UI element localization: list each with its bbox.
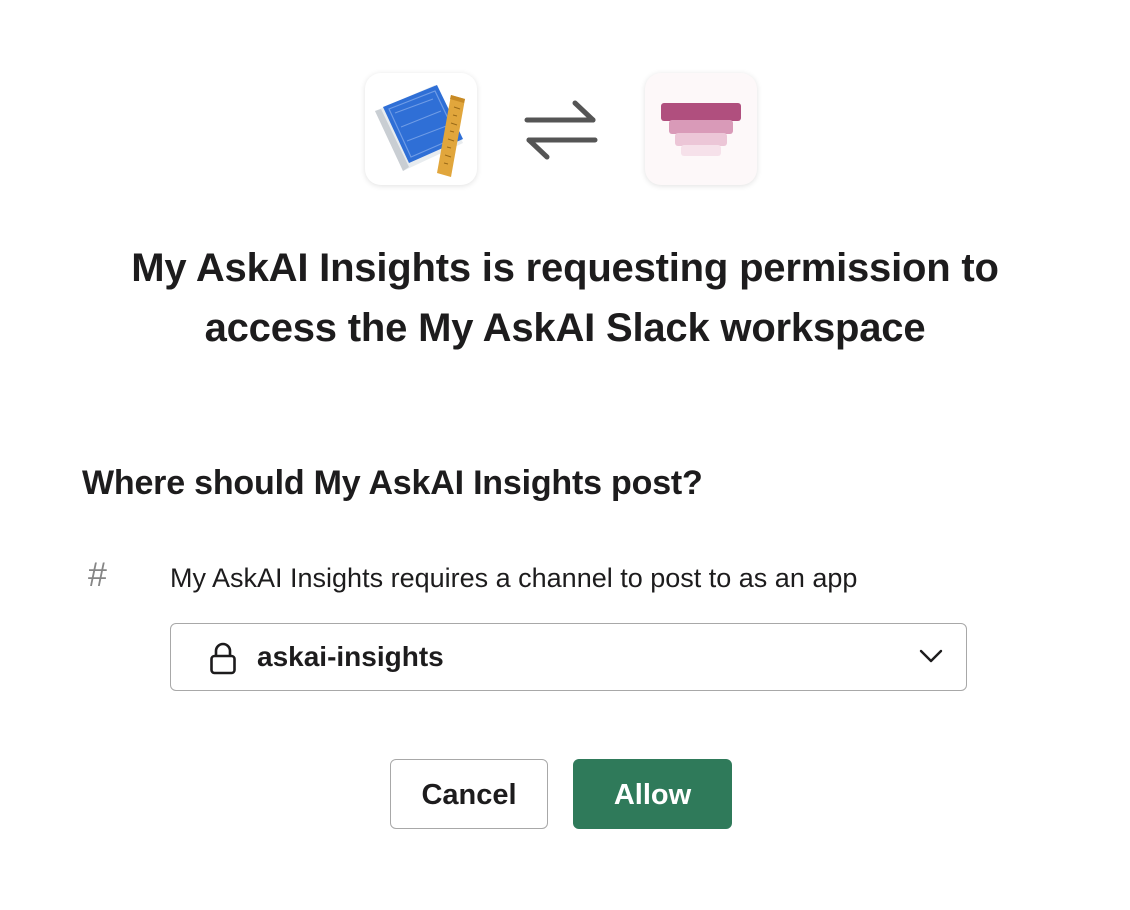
exchange-arrows-icon (523, 99, 599, 161)
app-connection-header (0, 73, 1130, 187)
post-location-question: Where should My AskAI Insights post? (82, 464, 703, 502)
channel-select-value: askai-insights (257, 641, 444, 672)
lock-icon (209, 641, 237, 675)
allow-button[interactable]: Allow (573, 759, 732, 829)
cancel-button[interactable]: Cancel (390, 759, 548, 829)
target-app-icon (645, 73, 757, 185)
layered-stack-icon (661, 103, 741, 156)
blueprint-ruler-icon (375, 85, 465, 177)
permission-title: My AskAI Insights is requesting permissi… (60, 238, 1070, 358)
hash-icon: # (88, 556, 107, 594)
channel-requirement-text: My AskAI Insights requires a channel to … (170, 563, 858, 593)
permission-title-line-1: My AskAI Insights is requesting permissi… (131, 246, 999, 290)
channel-select[interactable]: askai-insights (170, 623, 967, 691)
source-app-icon (365, 73, 477, 185)
permission-title-line-2: access the My AskAI Slack workspace (204, 306, 926, 350)
chevron-down-icon (918, 647, 944, 665)
